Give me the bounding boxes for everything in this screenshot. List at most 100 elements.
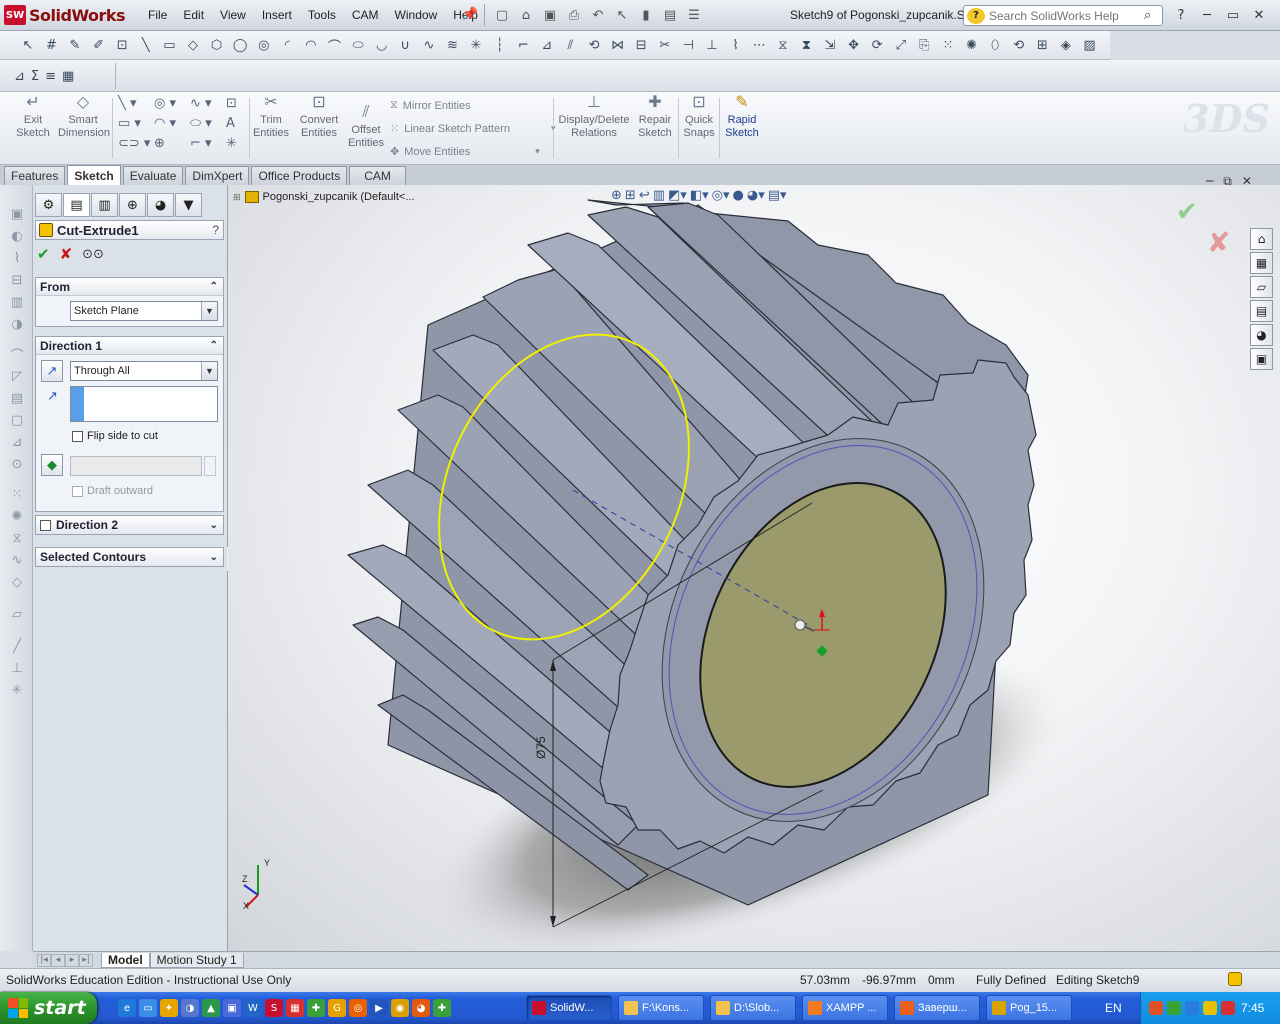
app-icon[interactable]: ▦ bbox=[286, 999, 304, 1017]
app-icon[interactable]: ✚ bbox=[307, 999, 325, 1017]
section-view-icon[interactable]: ▥ bbox=[653, 188, 665, 203]
parallelogram-icon[interactable]: ◇ bbox=[181, 34, 205, 56]
tab-motion-study-1[interactable]: Motion Study 1 bbox=[149, 952, 244, 968]
direction2-checkbox[interactable] bbox=[40, 519, 51, 531]
media-icon[interactable]: ▶ bbox=[370, 999, 388, 1017]
tab-dimxpert[interactable]: DimXpert bbox=[185, 166, 250, 185]
face-curves-icon[interactable]: ⊟ bbox=[629, 34, 653, 56]
flip-side-checkbox[interactable] bbox=[72, 430, 83, 442]
direction2-group-header[interactable]: Direction 2 ⌄ bbox=[36, 516, 223, 534]
cancel-x-icon[interactable]: ✘ bbox=[60, 245, 73, 263]
ellipse-tool2-icon[interactable]: ⬭ ▾ bbox=[190, 116, 212, 131]
shell-icon[interactable]: ▢ bbox=[8, 411, 26, 429]
modify-sketch-icon[interactable]: ⊞ bbox=[1031, 34, 1055, 56]
grid-icon[interactable]: # bbox=[40, 34, 64, 56]
menu-cam[interactable]: CAM bbox=[344, 7, 387, 23]
move-entities-button[interactable]: ✥ Move Entities ▾ bbox=[390, 144, 556, 159]
scale-icon[interactable]: ⤢ bbox=[889, 34, 913, 56]
diameter-dimension[interactable]: Ø75 bbox=[534, 736, 548, 759]
direction-vector-field[interactable] bbox=[70, 386, 218, 422]
plane-icon[interactable]: ▱ bbox=[8, 605, 26, 623]
sketch-fillet-icon[interactable]: ⌐ bbox=[511, 34, 535, 56]
task-button-pog[interactable]: Pog_15... bbox=[986, 995, 1072, 1021]
task-button-xampp[interactable]: XAMPP ... bbox=[802, 995, 888, 1021]
construction-geometry-icon[interactable]: ⋯ bbox=[747, 34, 771, 56]
model-viewport[interactable] bbox=[228, 185, 1280, 951]
rebuild-icon[interactable]: ▮ bbox=[635, 5, 657, 25]
menu-window[interactable]: Window bbox=[387, 7, 446, 23]
feature-manager-tab-icon[interactable]: ⚙ bbox=[35, 193, 62, 217]
coordinate-system-icon[interactable]: ⊥ bbox=[8, 659, 26, 677]
zoom-to-fit-icon[interactable]: ⊕ bbox=[611, 188, 622, 203]
maximize-icon[interactable]: ▭ bbox=[1224, 6, 1242, 24]
tray-app-icon[interactable] bbox=[1203, 1001, 1217, 1015]
edit-appearance-icon[interactable]: ● bbox=[733, 188, 744, 203]
fillet-icon[interactable]: ⌒ bbox=[8, 345, 26, 364]
move-icon[interactable]: ✥ bbox=[842, 34, 866, 56]
solidworks-resources-icon[interactable]: ⌂ bbox=[1250, 228, 1273, 250]
app-icon[interactable]: ✚ bbox=[433, 999, 451, 1017]
desktop-icon[interactable]: ▭ bbox=[139, 999, 157, 1017]
smart-dimension-button[interactable]: ◇ Smart Dimension bbox=[58, 95, 110, 140]
menu-tools[interactable]: Tools bbox=[300, 7, 344, 23]
custom-properties-icon[interactable]: ▣ bbox=[1250, 348, 1273, 370]
app-icon[interactable]: W bbox=[244, 999, 262, 1017]
view-palette-icon[interactable]: ▤ bbox=[1250, 300, 1273, 322]
pin-icon[interactable]: 📌 bbox=[462, 7, 478, 22]
rib-icon[interactable]: ▤ bbox=[8, 389, 26, 407]
trim-entities-button[interactable]: ✂ Trim Entities bbox=[252, 95, 290, 140]
lofted-boss-icon[interactable]: ⊟ bbox=[8, 271, 26, 289]
close-icon[interactable]: ✕ bbox=[1250, 6, 1268, 24]
menu-view[interactable]: View bbox=[212, 7, 254, 23]
design-library-icon[interactable]: ▦ bbox=[1250, 252, 1273, 274]
sketch-chamfer-icon[interactable]: ⊿ bbox=[535, 34, 559, 56]
design-table-icon[interactable]: ▦ bbox=[62, 69, 74, 84]
curve-pattern-icon[interactable]: ∿ bbox=[8, 551, 26, 569]
detailed-preview-icon[interactable]: ⊙⊙ bbox=[82, 247, 104, 262]
circular-pattern-icon[interactable]: ✺ bbox=[960, 34, 984, 56]
slot-tool-icon[interactable]: ⊂⊃ ▾ bbox=[118, 136, 150, 151]
exit-sketch-button[interactable]: ↵ Exit Sketch bbox=[14, 95, 52, 140]
end-condition-select[interactable]: Through All ▼ bbox=[70, 361, 218, 381]
tray-safely-remove-icon[interactable] bbox=[1185, 1001, 1199, 1015]
point-icon[interactable]: ✳ bbox=[464, 34, 488, 56]
chrome-icon[interactable]: ◉ bbox=[391, 999, 409, 1017]
repair-icon[interactable]: ⟲ bbox=[1007, 34, 1031, 56]
line-tool-icon[interactable]: ╲ ▾ bbox=[118, 96, 150, 111]
graphics-area[interactable]: Ø75 ⊕ ⊞ ↩ ▥ ◩▾ ◧▾ ◎▾ ● ◕▾ ▤▾ ⊞ Pogonski_… bbox=[228, 185, 1280, 951]
circle-icon[interactable]: ◯ bbox=[228, 34, 252, 56]
mirror-entities-button[interactable]: ⧖ Mirror Entities bbox=[390, 98, 556, 113]
mirror-icon[interactable]: ⧖ bbox=[771, 34, 795, 56]
rapid-sketch-button[interactable]: ✎ Rapid Sketch bbox=[722, 95, 762, 140]
extruded-cut-icon[interactable]: ▥ bbox=[8, 293, 26, 311]
undo-icon[interactable]: ↶ bbox=[587, 5, 609, 25]
linear-pattern-feature-icon[interactable]: ⁙ bbox=[8, 485, 26, 503]
firefox-icon[interactable]: ◕ bbox=[412, 999, 430, 1017]
sketch-picture-tool-icon[interactable]: ⊡ bbox=[226, 96, 237, 111]
sigma-icon[interactable]: Σ bbox=[31, 69, 39, 84]
arc-tool-icon[interactable]: ◠ ▾ bbox=[154, 116, 176, 131]
ellipse-tool-icon[interactable]: ⬯ bbox=[983, 34, 1007, 56]
flip-side-to-cut-row[interactable]: Flip side to cut bbox=[72, 430, 158, 442]
task-button-explorer-d[interactable]: D:\Slob... bbox=[710, 995, 796, 1021]
rotate-icon[interactable]: ⟳ bbox=[865, 34, 889, 56]
file-properties-icon[interactable]: ▤ bbox=[659, 5, 681, 25]
display-style-icon[interactable]: ◧▾ bbox=[690, 188, 709, 203]
jog-line-icon[interactable]: ⌇ bbox=[724, 34, 748, 56]
tray-antivirus-icon[interactable] bbox=[1221, 1001, 1235, 1015]
new-document-icon[interactable]: ▢ bbox=[491, 5, 513, 25]
from-select[interactable]: Sketch Plane ▼ bbox=[70, 301, 218, 321]
text-tool-icon[interactable]: A bbox=[226, 116, 237, 131]
chevron-down-icon[interactable]: ▾ bbox=[535, 146, 540, 157]
help-icon[interactable]: ? bbox=[1172, 6, 1190, 24]
intersection-curve-icon[interactable]: ⋈ bbox=[606, 34, 630, 56]
polygon-icon[interactable]: ⬡ bbox=[205, 34, 229, 56]
doc-close-icon[interactable]: ✕ bbox=[1242, 174, 1252, 189]
doc-minimize-icon[interactable]: ─ bbox=[1206, 174, 1213, 189]
swept-boss-icon[interactable]: ⌇ bbox=[8, 249, 26, 267]
copy-icon[interactable]: ⎘ bbox=[913, 34, 937, 56]
spline-icon[interactable]: ∿ bbox=[417, 34, 441, 56]
draft-angle-spinner[interactable] bbox=[204, 456, 216, 476]
circular-pattern-feature-icon[interactable]: ✺ bbox=[8, 507, 26, 525]
sketch-icon[interactable]: ✎ bbox=[63, 34, 87, 56]
